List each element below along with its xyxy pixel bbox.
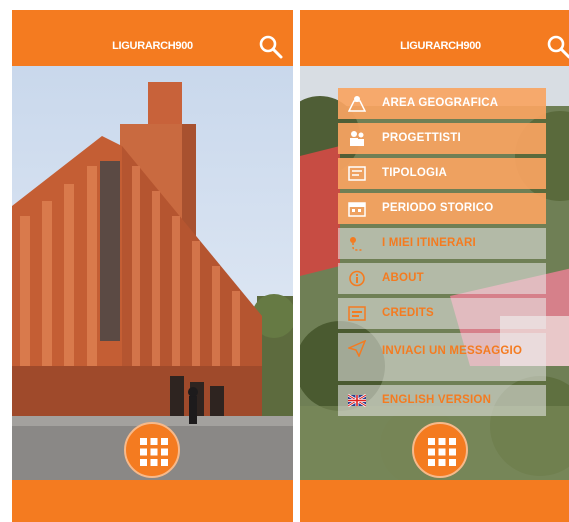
search-icon[interactable] (258, 34, 284, 60)
menu-item-periodo-storico[interactable]: PERIODO STORICO (338, 193, 546, 224)
menu-item-label: AREA GEOGRAFICA (382, 97, 499, 109)
grid-menu-button[interactable] (412, 422, 468, 478)
menu-item-tipologia[interactable]: TIPOLOGIA (338, 158, 546, 189)
bottom-bar (300, 480, 569, 522)
typology-icon (348, 166, 366, 181)
itinerary-icon (350, 237, 363, 251)
grid-menu-icon (140, 438, 168, 466)
menu-item-about[interactable]: ABOUT (338, 263, 546, 294)
menu-item-inviaci-un-messaggio[interactable]: INVIACI UN MESSAGGIO (338, 333, 546, 381)
designers-icon (350, 131, 364, 146)
bottom-bar (12, 480, 293, 522)
grid-menu-icon (428, 438, 456, 466)
grid-menu-button[interactable] (124, 422, 180, 478)
menu-item-label: I MIEI ITINERARI (382, 237, 476, 249)
menu-item-label: ABOUT (382, 272, 424, 284)
menu-item-english-version[interactable]: ENGLISH VERSION (338, 385, 546, 416)
brick-building-photo (12, 66, 293, 480)
info-icon (349, 270, 365, 287)
menu-item-label: CREDITS (382, 307, 434, 319)
menu-item-label: PROGETTISTI (382, 132, 461, 144)
menu-item-area-geografica[interactable]: AREA GEOGRAFICA (338, 88, 546, 119)
app-title: LIGURARCH900 (112, 40, 193, 52)
menu-item-label: INVIACI UN MESSAGGIO (382, 345, 523, 357)
calendar-icon (348, 202, 366, 217)
menu-item-progettisti[interactable]: PROGETTISTI (338, 123, 546, 154)
home-screen: LIGURARCH900 (12, 10, 293, 522)
menu-item-credits[interactable]: CREDITS (338, 298, 546, 329)
menu-item-label: ENGLISH VERSION (382, 394, 492, 406)
credits-icon (348, 306, 366, 321)
top-bar: LIGURARCH900 (300, 10, 569, 66)
search-icon[interactable] (546, 34, 569, 60)
menu-item-i-miei-itinerari[interactable]: I MIEI ITINERARI (338, 228, 546, 259)
app-title: LIGURARCH900 (400, 40, 481, 52)
top-bar: LIGURARCH900 (12, 10, 293, 66)
uk-flag-icon (348, 393, 366, 408)
map-area-icon (348, 96, 366, 112)
menu-item-label: PERIODO STORICO (382, 202, 494, 214)
main-menu: AREA GEOGRAFICA PROGETTISTI TIPOLOGIA PE… (338, 88, 546, 420)
menu-item-label: TIPOLOGIA (382, 167, 448, 179)
menu-screen: LIGURARCH900 AREA GEOGRAFICA PROGETTISTI (300, 10, 569, 522)
